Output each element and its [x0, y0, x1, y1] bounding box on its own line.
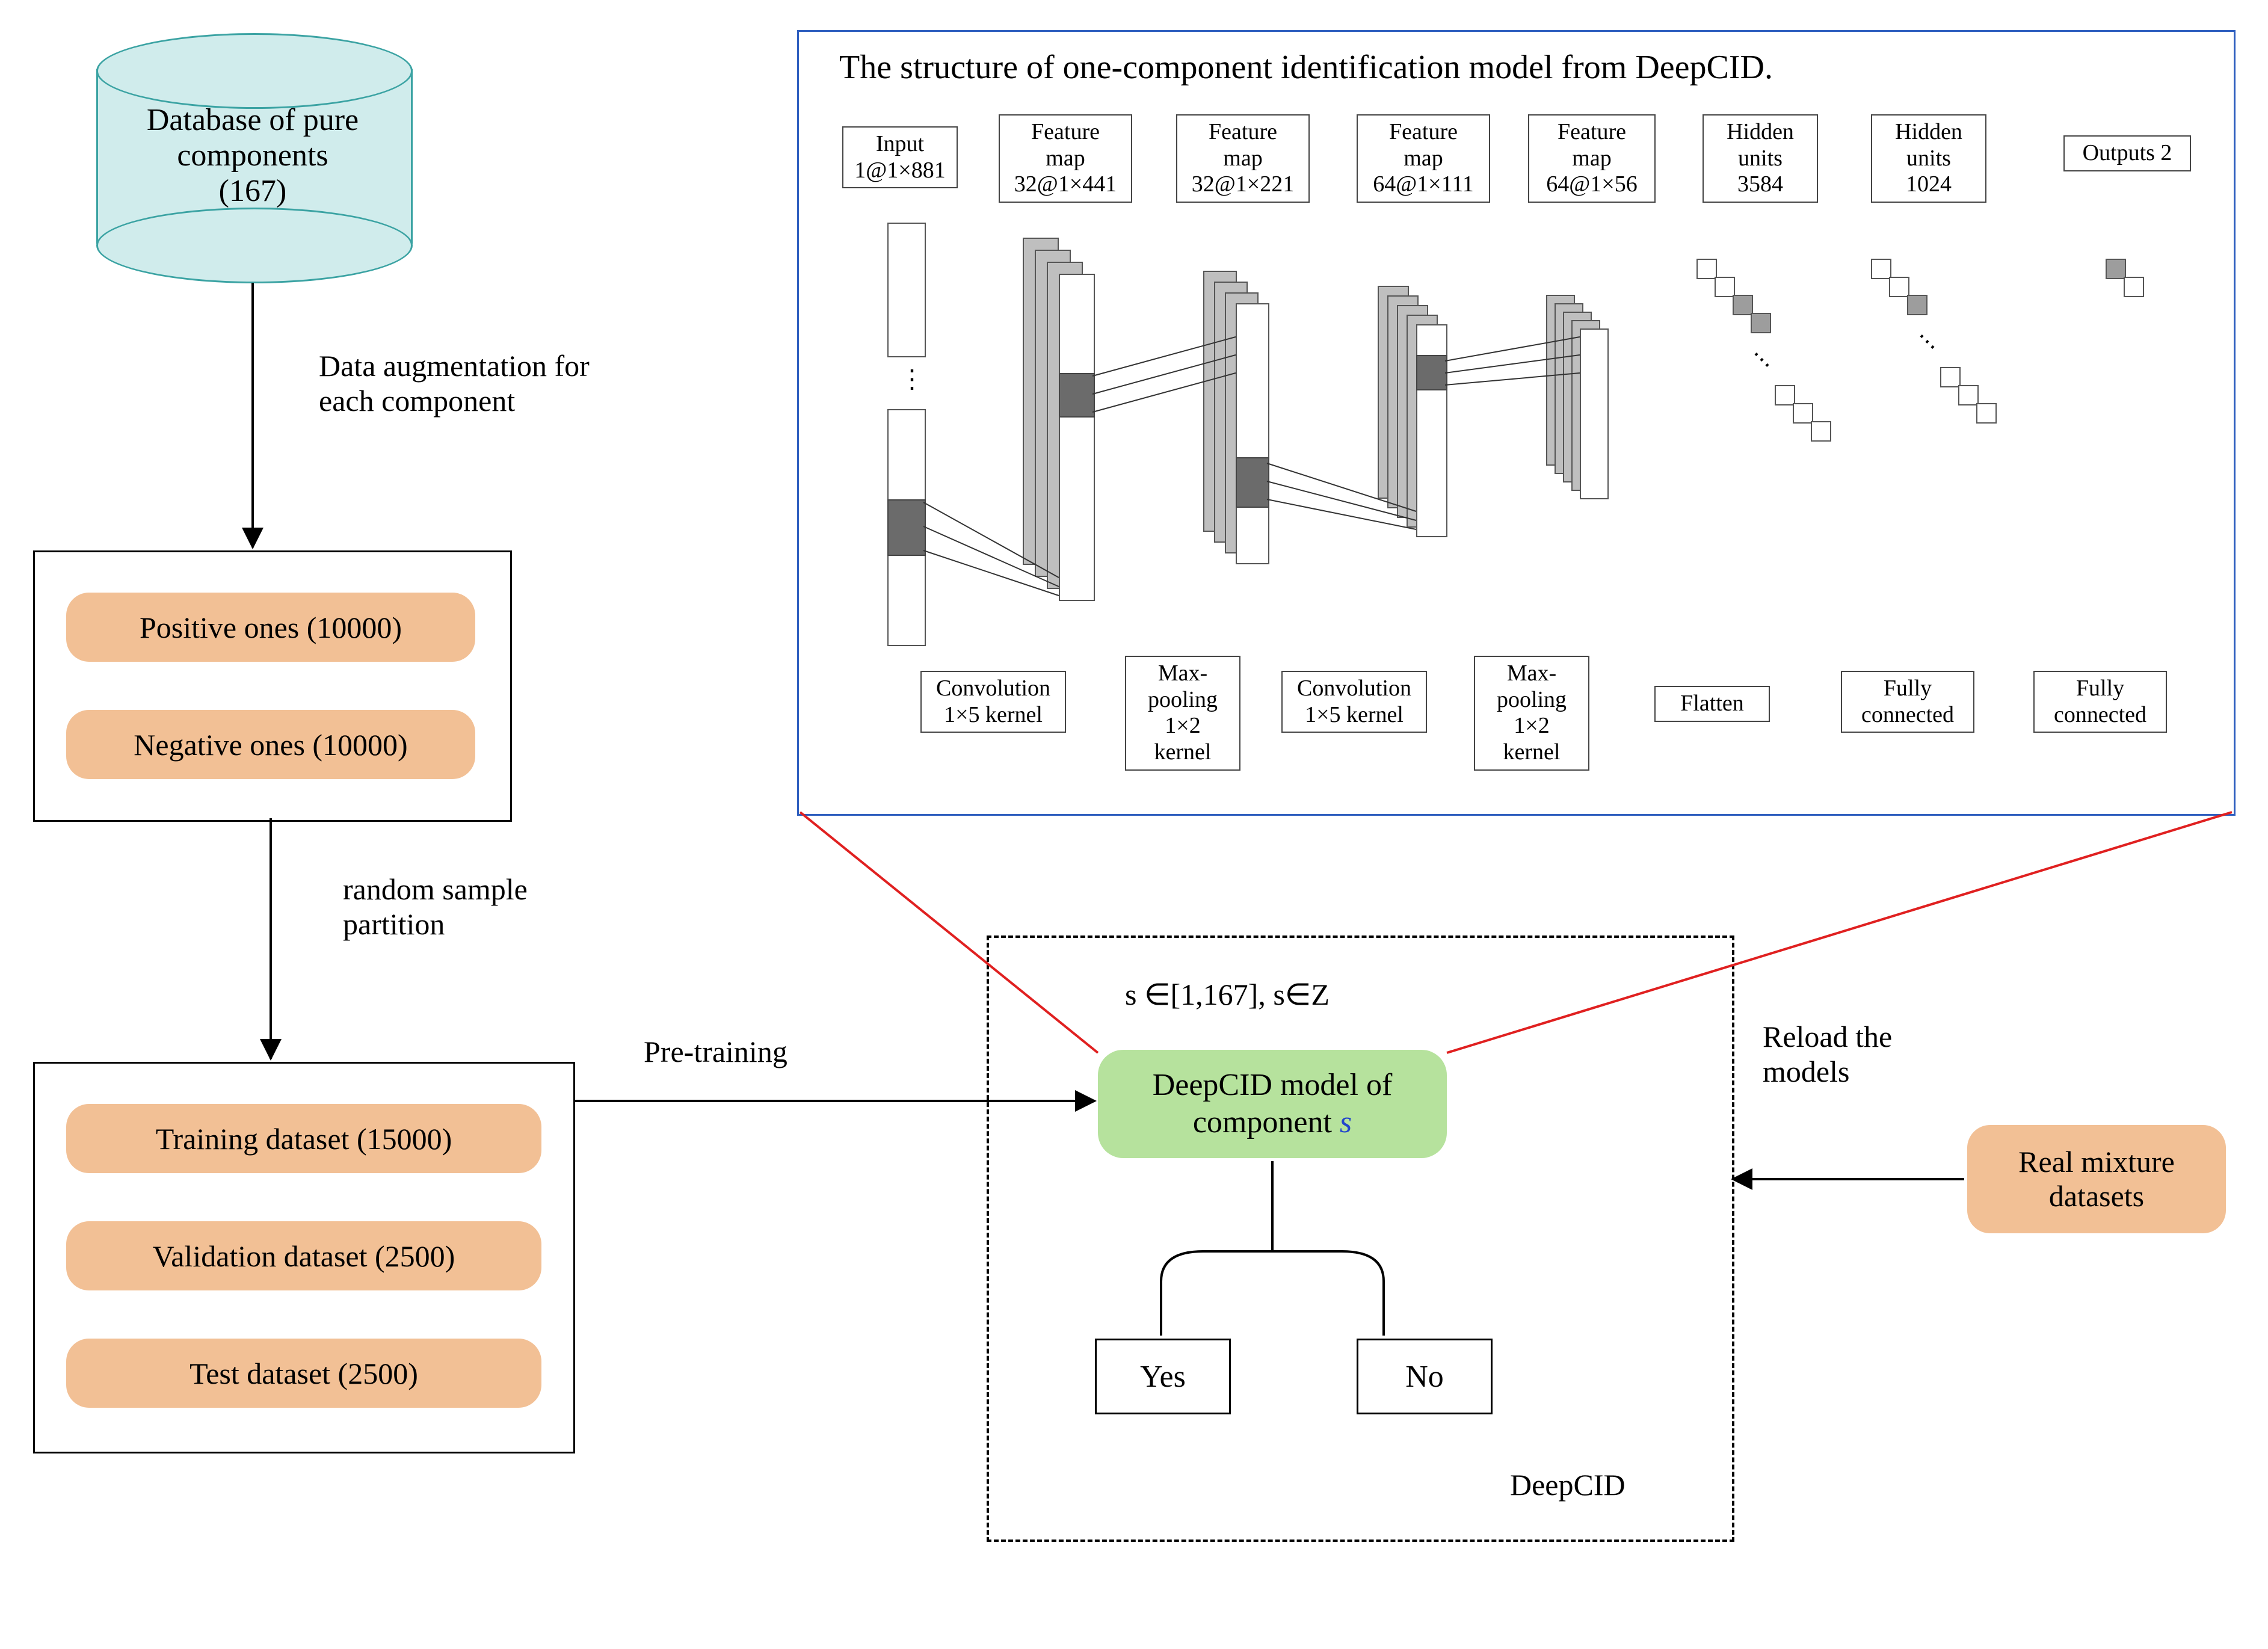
test-dataset-text: Test dataset (2500)	[190, 1356, 418, 1391]
test-dataset-pill: Test dataset (2500)	[66, 1339, 541, 1408]
cnn-top-hidden2: Hidden units 1024	[1871, 114, 1986, 203]
deepcid-label: DeepCID	[1510, 1468, 1626, 1503]
deepcid-model-pill: DeepCID model of component s	[1098, 1050, 1447, 1158]
database-title-1: Database of pure	[96, 102, 409, 138]
training-dataset-text: Training dataset (15000)	[156, 1121, 452, 1156]
cnn-out-sq1	[2106, 259, 2126, 279]
negative-ones-text: Negative ones (10000)	[134, 727, 407, 762]
cnn-op-pool2: Max- pooling 1×2 kernel	[1474, 656, 1589, 771]
validation-dataset-text: Validation dataset (2500)	[153, 1239, 455, 1274]
augmentation-label-2: each component	[319, 384, 590, 419]
training-dataset-pill: Training dataset (15000)	[66, 1104, 541, 1173]
cnn-op-conv1: Convolution 1×5 kernel	[920, 671, 1066, 733]
pretraining-label: Pre-training	[644, 1035, 787, 1070]
cnn-h1-sq7	[1811, 421, 1831, 442]
no-box: No	[1357, 1339, 1493, 1414]
reload-label-2: models	[1763, 1055, 1892, 1090]
cnn-op-fc2: Fully connected	[2033, 671, 2167, 733]
augmented-box	[33, 550, 512, 822]
positive-ones-text: Positive ones (10000)	[140, 610, 402, 645]
cnn-h2-sq5	[1958, 385, 1979, 405]
database-title-2: components	[96, 138, 409, 173]
cnn-input-dots: ⋮	[899, 364, 925, 394]
database-cylinder-top	[96, 33, 413, 109]
cnn-h2-sq3	[1907, 295, 1927, 315]
cnn-top-outputs: Outputs 2	[2063, 135, 2191, 171]
cnn-fmap4-b5	[1580, 328, 1609, 499]
cnn-inset-title: The structure of one-component identific…	[839, 48, 1773, 87]
database-cylinder-bottom	[96, 208, 413, 283]
cnn-h1-sq6	[1793, 403, 1813, 424]
cnn-fmap3-recv	[1416, 355, 1447, 390]
cnn-fmap2-recv	[1236, 457, 1269, 508]
cnn-op-conv2: Convolution 1×5 kernel	[1281, 671, 1427, 733]
cnn-top-fmap2: Feature map 32@1×221	[1176, 114, 1310, 203]
cnn-input-receptive	[887, 499, 926, 556]
yes-box: Yes	[1095, 1339, 1231, 1414]
partition-label-2: partition	[343, 907, 528, 942]
cnn-h1-sq1	[1696, 259, 1717, 279]
cnn-top-fmap4: Feature map 64@1×56	[1528, 114, 1656, 203]
deepcid-model-line2-prefix: component	[1193, 1105, 1340, 1139]
database-label: Database of pure components (167)	[96, 102, 409, 209]
cnn-top-hidden1: Hidden units 3584	[1703, 114, 1818, 203]
cnn-top-fmap3: Feature map 64@1×111	[1357, 114, 1490, 203]
cnn-h2-sq4	[1940, 367, 1961, 387]
augmentation-label: Data augmentation for each component	[319, 349, 590, 418]
real-mixture-pill: Real mixture datasets	[1967, 1125, 2226, 1233]
negative-ones-pill: Negative ones (10000)	[66, 710, 475, 779]
cnn-fmap1-b4	[1059, 274, 1095, 601]
cnn-op-flatten: Flatten	[1654, 686, 1770, 722]
positive-ones-pill: Positive ones (10000)	[66, 593, 475, 662]
deepcid-model-var-s: s	[1340, 1105, 1352, 1139]
cnn-h2-sq6	[1976, 403, 1997, 424]
real-mixture-text: Real mixture datasets	[2018, 1145, 2175, 1214]
cnn-op-fc1: Fully connected	[1841, 671, 1974, 733]
cnn-h1-sq3	[1733, 295, 1753, 315]
cnn-top-input: Input 1@1×881	[842, 126, 958, 188]
cnn-top-fmap1: Feature map 32@1×441	[999, 114, 1132, 203]
deepcid-model-line1: DeepCID model of	[1153, 1067, 1393, 1104]
cnn-op-pool1: Max- pooling 1×2 kernel	[1125, 656, 1240, 771]
cnn-h1-sq5	[1775, 385, 1795, 405]
cnn-fmap1-recv	[1059, 373, 1095, 418]
reload-label-1: Reload the	[1763, 1020, 1892, 1055]
cnn-h1-sq4	[1751, 313, 1771, 333]
deepcid-constraint: s ∈[1,167], s∈Z	[1125, 978, 1330, 1013]
reload-label: Reload the models	[1763, 1020, 1892, 1089]
cnn-input-bar-top	[887, 223, 926, 357]
partition-label: random sample partition	[343, 872, 528, 942]
database-count: (167)	[96, 173, 409, 209]
no-text: No	[1405, 1359, 1444, 1395]
cnn-h2-sq2	[1889, 277, 1909, 297]
cnn-fmap2-b4	[1236, 303, 1269, 564]
deepcid-dashed-box	[987, 935, 1734, 1542]
cnn-h1-sq2	[1715, 277, 1735, 297]
validation-dataset-pill: Validation dataset (2500)	[66, 1221, 541, 1290]
partition-label-1: random sample	[343, 872, 528, 907]
augmentation-label-1: Data augmentation for	[319, 349, 590, 384]
yes-text: Yes	[1140, 1359, 1186, 1395]
cnn-h2-sq1	[1871, 259, 1891, 279]
cnn-out-sq2	[2124, 277, 2144, 297]
